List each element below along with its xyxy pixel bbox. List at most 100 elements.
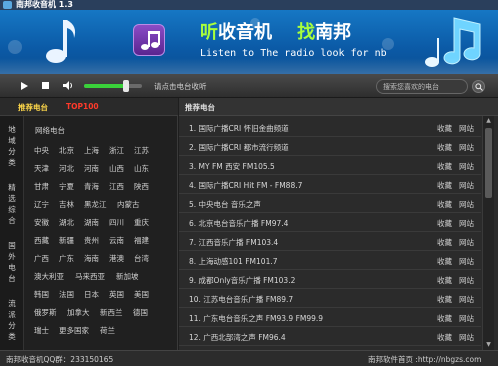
region-link[interactable]: 新加坡: [116, 271, 139, 282]
region-link[interactable]: 湖南: [84, 217, 99, 228]
region-link[interactable]: 安徽: [34, 217, 49, 228]
station-row[interactable]: 1. 国际广播CRI 怀旧金曲频道 收藏 网站: [179, 118, 481, 137]
region-link[interactable]: 云南: [109, 235, 124, 246]
favorite-link[interactable]: 收藏: [437, 256, 452, 267]
region-link[interactable]: 澳大利亚: [34, 271, 64, 282]
website-link[interactable]: 网站: [459, 237, 474, 248]
station-row[interactable]: 5. 中央电台 音乐之声 收藏 网站: [179, 194, 481, 213]
region-link[interactable]: 瑞士: [34, 325, 49, 336]
region-link[interactable]: 贵州: [84, 235, 99, 246]
station-row[interactable]: 12. 广西北部湾之声 FM96.4 收藏 网站: [179, 327, 481, 346]
region-link[interactable]: 辽宁: [34, 199, 49, 210]
search-input[interactable]: [383, 81, 461, 93]
region-link[interactable]: 青海: [84, 181, 99, 192]
station-row[interactable]: 4. 国际广播CRI Hit FM - FM88.7 收藏 网站: [179, 175, 481, 194]
volume-knob[interactable]: [122, 80, 129, 92]
favorite-link[interactable]: 收藏: [437, 332, 452, 343]
station-name[interactable]: 2. 国际广播CRI 都市流行频道: [189, 142, 289, 153]
region-link[interactable]: 俄罗斯: [34, 307, 57, 318]
region-link[interactable]: 河南: [84, 163, 99, 174]
region-link[interactable]: 广西: [34, 253, 49, 264]
region-link[interactable]: 浙江: [109, 145, 124, 156]
website-link[interactable]: 网站: [459, 123, 474, 134]
region-link[interactable]: 黑龙江: [84, 199, 107, 210]
stop-icon[interactable]: [40, 80, 51, 91]
favorite-link[interactable]: 收藏: [437, 275, 452, 286]
station-name[interactable]: 12. 广西北部湾之声 FM96.4: [189, 332, 286, 343]
region-link[interactable]: 中央: [34, 145, 49, 156]
website-link[interactable]: 网站: [459, 218, 474, 229]
region-link[interactable]: 江西: [109, 181, 124, 192]
station-name[interactable]: 7. 江西音乐广播 FM103.4: [189, 237, 278, 248]
tab-top100[interactable]: TOP100: [66, 102, 99, 111]
region-link[interactable]: 港澳: [109, 253, 124, 264]
region-link[interactable]: 河北: [59, 163, 74, 174]
station-row[interactable]: 6. 北京电台音乐广播 FM97.4 收藏 网站: [179, 213, 481, 232]
homepage-link[interactable]: 南邦软件首页 :http://nbgzs.com: [368, 354, 481, 365]
scrollbar[interactable]: ▲ ▼: [482, 116, 494, 350]
region-link[interactable]: 德国: [133, 307, 148, 318]
station-name[interactable]: 9. 成都Only音乐广播 FM103.2: [189, 275, 295, 286]
listen-link[interactable]: 请点击电台收听: [154, 81, 207, 92]
favorite-link[interactable]: 收藏: [437, 142, 452, 153]
region-link[interactable]: 上海: [84, 145, 99, 156]
region-link[interactable]: 西藏: [34, 235, 49, 246]
play-icon[interactable]: [18, 80, 29, 91]
station-row[interactable]: 8. 上海动感101 FM101.7 收藏 网站: [179, 251, 481, 270]
website-link[interactable]: 网站: [459, 199, 474, 210]
favorite-link[interactable]: 收藏: [437, 180, 452, 191]
nav-region[interactable]: 地域分类: [0, 124, 24, 168]
website-link[interactable]: 网站: [459, 142, 474, 153]
region-link[interactable]: 日本: [84, 289, 99, 300]
station-name[interactable]: 6. 北京电台音乐广播 FM97.4: [189, 218, 288, 229]
region-link[interactable]: 吉林: [59, 199, 74, 210]
website-link[interactable]: 网站: [459, 161, 474, 172]
station-row[interactable]: 7. 江西音乐广播 FM103.4 收藏 网站: [179, 232, 481, 251]
station-name[interactable]: 1. 国际广播CRI 怀旧金曲频道: [189, 123, 289, 134]
scroll-down-icon[interactable]: ▼: [483, 340, 494, 350]
favorite-link[interactable]: 收藏: [437, 123, 452, 134]
station-name[interactable]: 3. MY FM 西安 FM105.5: [189, 161, 275, 172]
region-link[interactable]: 新西兰: [100, 307, 123, 318]
favorite-link[interactable]: 收藏: [437, 294, 452, 305]
region-link[interactable]: 福建: [134, 235, 149, 246]
grid-title[interactable]: 网络电台: [35, 125, 65, 136]
region-link[interactable]: 马来西亚: [75, 271, 105, 282]
region-link[interactable]: 江苏: [134, 145, 149, 156]
region-link[interactable]: 甘肃: [34, 181, 49, 192]
favorite-link[interactable]: 收藏: [437, 199, 452, 210]
region-link[interactable]: 四川: [109, 217, 124, 228]
station-name[interactable]: 8. 上海动感101 FM101.7: [189, 256, 278, 267]
station-row[interactable]: 11. 广东电台音乐之声 FM93.9 FM99.9 收藏 网站: [179, 308, 481, 327]
station-row[interactable]: 3. MY FM 西安 FM105.5 收藏 网站: [179, 156, 481, 175]
tab-recommended[interactable]: 推荐电台: [18, 102, 48, 113]
region-link[interactable]: 荷兰: [100, 325, 115, 336]
region-link[interactable]: 湖北: [59, 217, 74, 228]
website-link[interactable]: 网站: [459, 275, 474, 286]
nav-featured[interactable]: 精选综合: [0, 182, 24, 226]
region-link[interactable]: 海南: [84, 253, 99, 264]
favorite-link[interactable]: 收藏: [437, 237, 452, 248]
nav-genre[interactable]: 流派分类: [0, 298, 24, 342]
favorite-link[interactable]: 收藏: [437, 218, 452, 229]
region-link[interactable]: 更多国家: [59, 325, 89, 336]
region-link[interactable]: 广东: [59, 253, 74, 264]
region-link[interactable]: 英国: [109, 289, 124, 300]
website-link[interactable]: 网站: [459, 180, 474, 191]
station-name[interactable]: 5. 中央电台 音乐之声: [189, 199, 261, 210]
region-link[interactable]: 山西: [109, 163, 124, 174]
website-link[interactable]: 网站: [459, 332, 474, 343]
region-link[interactable]: 内蒙古: [117, 199, 140, 210]
nav-foreign[interactable]: 国外电台: [0, 240, 24, 284]
region-link[interactable]: 美国: [134, 289, 149, 300]
station-name[interactable]: 4. 国际广播CRI Hit FM - FM88.7: [189, 180, 302, 191]
website-link[interactable]: 网站: [459, 313, 474, 324]
region-link[interactable]: 宁夏: [59, 181, 74, 192]
station-name[interactable]: 11. 广东电台音乐之声 FM93.9 FM99.9: [189, 313, 323, 324]
region-link[interactable]: 加拿大: [67, 307, 90, 318]
region-link[interactable]: 新疆: [59, 235, 74, 246]
volume-slider[interactable]: [84, 80, 142, 92]
scroll-up-icon[interactable]: ▲: [483, 116, 494, 126]
region-link[interactable]: 北京: [59, 145, 74, 156]
favorite-link[interactable]: 收藏: [437, 161, 452, 172]
